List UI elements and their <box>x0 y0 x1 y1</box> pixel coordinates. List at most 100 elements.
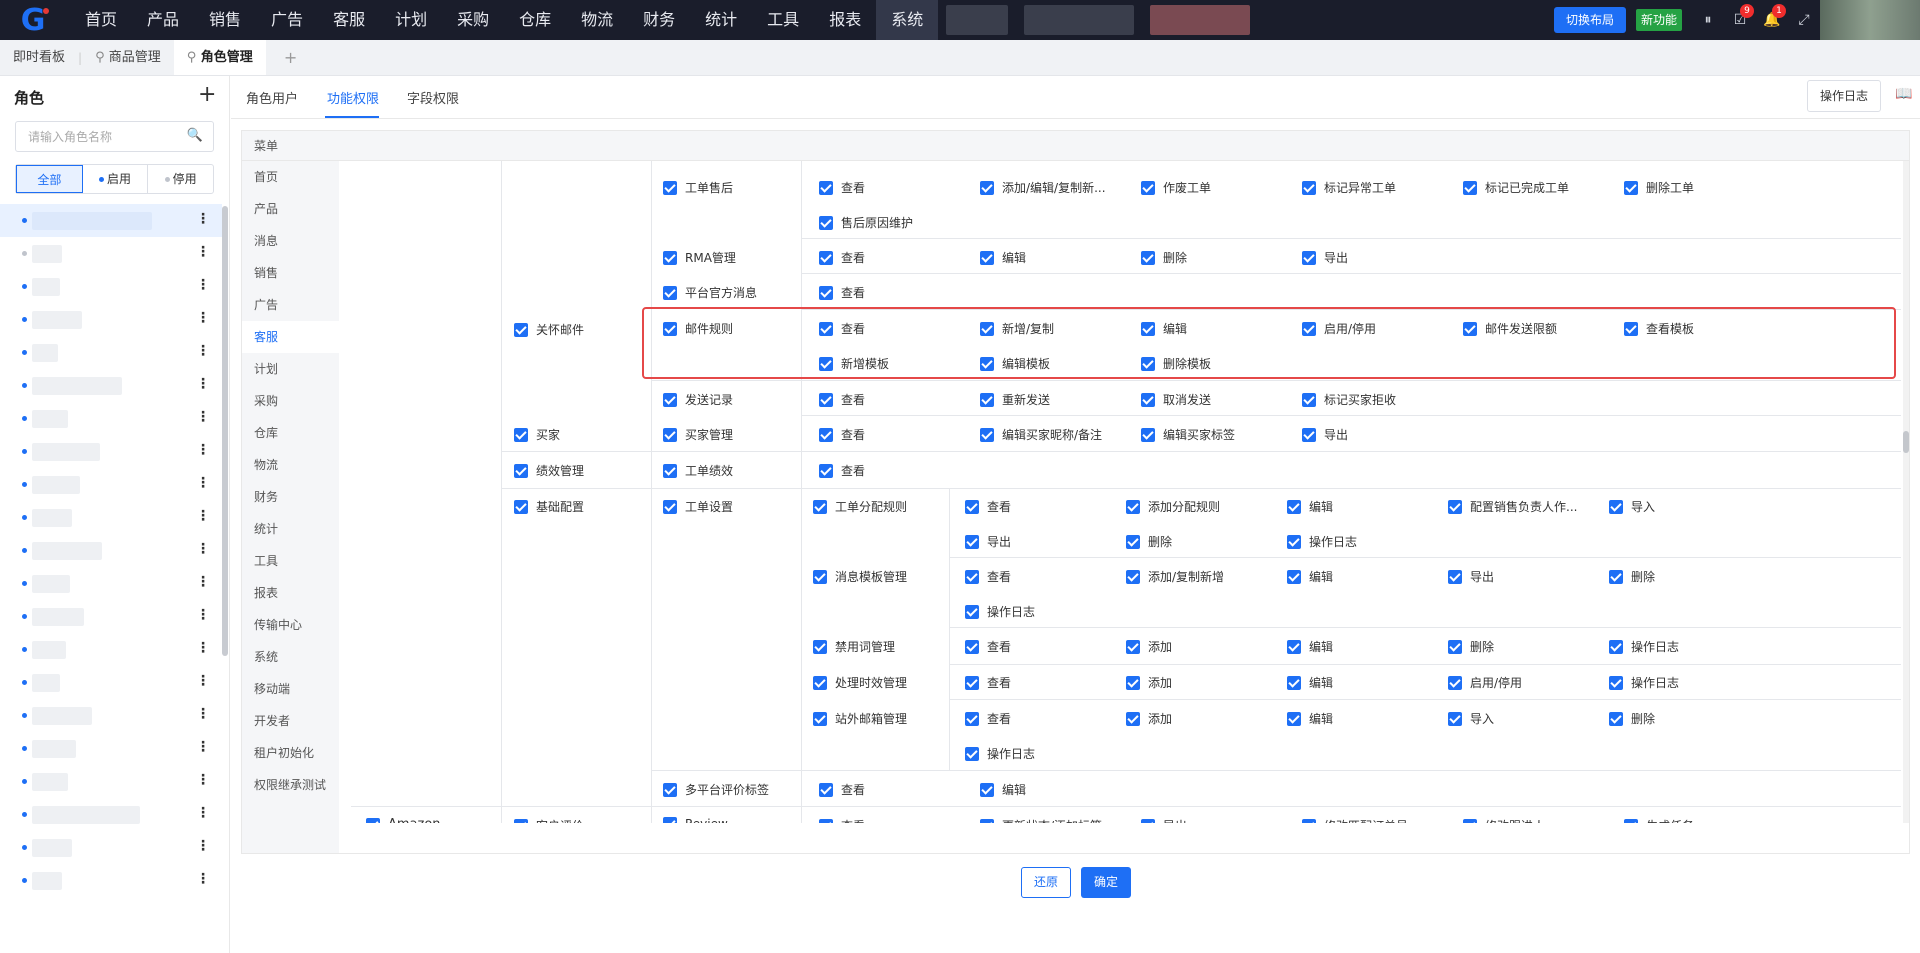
permission-checkbox[interactable]: 操作日志 <box>1609 674 1679 691</box>
group-checkbox-performance[interactable]: 绩效管理 <box>514 462 584 479</box>
nav-item-system[interactable]: 系统 <box>876 0 939 40</box>
filter-enabled-button[interactable]: 启用 <box>83 165 149 193</box>
checkbox-checked-icon[interactable] <box>1624 321 1638 336</box>
permission-checkbox[interactable]: 查看 <box>819 320 865 337</box>
checkbox-checked-icon[interactable] <box>1126 639 1140 654</box>
checkbox-checked-icon[interactable] <box>813 711 827 726</box>
checkbox-checked-icon[interactable] <box>1141 427 1155 442</box>
operation-log-button[interactable]: 操作日志 <box>1807 80 1881 112</box>
more-icon[interactable]: ⋮ <box>196 442 210 458</box>
checkbox-checked-icon[interactable] <box>663 321 677 336</box>
group-checkbox-mail-rules[interactable]: 邮件规则 <box>663 320 733 337</box>
reset-button[interactable]: 还原 <box>1021 867 1071 898</box>
checkbox-checked-icon[interactable] <box>1448 569 1462 584</box>
checkbox-checked-icon[interactable] <box>819 427 833 442</box>
permission-checkbox[interactable]: 查看 <box>819 179 865 196</box>
checkbox-checked-icon[interactable] <box>1141 180 1155 195</box>
nav-extra-item[interactable] <box>1024 5 1135 35</box>
menu-item[interactable]: 采购 <box>242 385 339 417</box>
more-icon[interactable]: ⋮ <box>196 805 210 821</box>
checkbox-checked-icon[interactable] <box>1141 356 1155 371</box>
permission-checkbox[interactable]: 查看 <box>965 710 1011 727</box>
group-checkbox-external-mailbox[interactable]: 站外邮箱管理 <box>813 710 907 727</box>
tasks-icon[interactable]: ☑ 9 <box>1724 4 1756 28</box>
nav-extra-item[interactable] <box>946 5 1009 35</box>
checkbox-checked-icon[interactable] <box>965 675 979 690</box>
permission-checkbox[interactable]: 编辑模板 <box>980 355 1050 372</box>
role-list-item[interactable]: ⋮ <box>0 831 222 864</box>
more-icon[interactable]: ⋮ <box>196 706 210 722</box>
menu-item[interactable]: 工具 <box>242 545 339 577</box>
permission-checkbox[interactable]: 标记异常工单 <box>1302 179 1396 196</box>
permission-checkbox[interactable]: 作废工单 <box>1141 179 1211 196</box>
more-icon[interactable]: ⋮ <box>196 541 210 557</box>
permission-checkbox[interactable]: 操作日志 <box>965 745 1035 762</box>
permission-checkbox[interactable]: 编辑 <box>1287 498 1333 515</box>
role-list-item[interactable]: ⋮ <box>0 336 222 369</box>
role-list-item[interactable]: ⋮ <box>0 435 222 468</box>
checkbox-checked-icon[interactable] <box>1448 639 1462 654</box>
more-icon[interactable]: ⋮ <box>196 277 210 293</box>
menu-item[interactable]: 仓库 <box>242 417 339 449</box>
checkbox-checked-icon[interactable] <box>813 675 827 690</box>
user-avatar[interactable] <box>1820 0 1920 40</box>
nav-item-logistics[interactable]: 物流 <box>566 0 628 40</box>
checkbox-checked-icon[interactable] <box>819 818 833 823</box>
permission-checkbox[interactable]: 更新状态/添加标签 <box>980 817 1102 823</box>
permission-checkbox[interactable]: 重新发送 <box>980 391 1050 408</box>
permission-checkbox[interactable]: 配置销售负责人作... <box>1448 498 1577 515</box>
nav-extra-item[interactable] <box>1150 5 1251 35</box>
nav-item-tools[interactable]: 工具 <box>752 0 814 40</box>
checkbox-checked-icon[interactable] <box>1448 675 1462 690</box>
more-icon[interactable]: ⋮ <box>196 673 210 689</box>
permission-checkbox[interactable]: 添加/复制新增 <box>1126 568 1224 585</box>
checkbox-checked-icon[interactable] <box>514 322 528 337</box>
checkbox-checked-icon[interactable] <box>366 817 380 823</box>
group-checkbox-send-records[interactable]: 发送记录 <box>663 391 733 408</box>
menu-item[interactable]: 财务 <box>242 481 339 513</box>
checkbox-checked-icon[interactable] <box>980 782 994 797</box>
nav-item-home[interactable]: 首页 <box>70 0 132 40</box>
group-checkbox-rma[interactable]: RMA管理 <box>663 249 736 266</box>
permission-checkbox[interactable]: 编辑 <box>1287 710 1333 727</box>
menu-item[interactable]: 传输中心 <box>242 609 339 641</box>
checkbox-checked-icon[interactable] <box>1302 250 1316 265</box>
checkbox-checked-icon[interactable] <box>1126 675 1140 690</box>
role-list-item[interactable]: ⋮ <box>0 666 222 699</box>
fullscreen-icon[interactable]: ⤢ <box>1788 12 1820 28</box>
checkbox-checked-icon[interactable] <box>980 321 994 336</box>
checkbox-checked-icon[interactable] <box>819 463 833 478</box>
group-checkbox-ticket-settings[interactable]: 工单设置 <box>663 498 733 515</box>
checkbox-checked-icon[interactable] <box>819 250 833 265</box>
more-icon[interactable]: ⋮ <box>196 475 210 491</box>
checkbox-checked-icon[interactable] <box>819 356 833 371</box>
permission-checkbox[interactable]: 编辑 <box>1141 320 1187 337</box>
checkbox-checked-icon[interactable] <box>514 818 528 823</box>
add-tab-icon[interactable]: + <box>266 40 315 75</box>
checkbox-checked-icon[interactable] <box>663 427 677 442</box>
group-checkbox-buyer[interactable]: 买家 <box>514 426 560 443</box>
permission-checkbox[interactable]: 导出 <box>1448 568 1494 585</box>
checkbox-checked-icon[interactable] <box>1448 711 1462 726</box>
checkbox-checked-icon[interactable] <box>1141 321 1155 336</box>
permission-checkbox[interactable]: 查看 <box>965 674 1011 691</box>
checkbox-checked-icon[interactable] <box>1463 818 1477 823</box>
permission-checkbox[interactable]: 标记已完成工单 <box>1463 179 1569 196</box>
checkbox-checked-icon[interactable] <box>1448 499 1462 514</box>
group-checkbox-processing-time[interactable]: 处理时效管理 <box>813 674 907 691</box>
checkbox-checked-icon[interactable] <box>663 463 677 478</box>
menu-item[interactable]: 首页 <box>242 161 339 193</box>
permission-checkbox[interactable]: 删除 <box>1609 568 1655 585</box>
checkbox-checked-icon[interactable] <box>813 499 827 514</box>
checkbox-checked-icon[interactable] <box>1302 321 1316 336</box>
permission-checkbox[interactable]: 添加 <box>1126 710 1172 727</box>
role-list-item[interactable]: ⋮ <box>0 369 222 402</box>
add-role-icon[interactable]: + <box>198 82 216 107</box>
grid-scrollbar-thumb[interactable] <box>1903 431 1909 453</box>
permission-checkbox[interactable]: 查看 <box>965 638 1011 655</box>
role-list-item[interactable]: ⋮ <box>0 270 222 303</box>
nav-item-product[interactable]: 产品 <box>132 0 194 40</box>
nav-item-finance[interactable]: 财务 <box>628 0 690 40</box>
checkbox-checked-icon[interactable] <box>813 569 827 584</box>
permission-checkbox[interactable]: 查看 <box>965 568 1011 585</box>
